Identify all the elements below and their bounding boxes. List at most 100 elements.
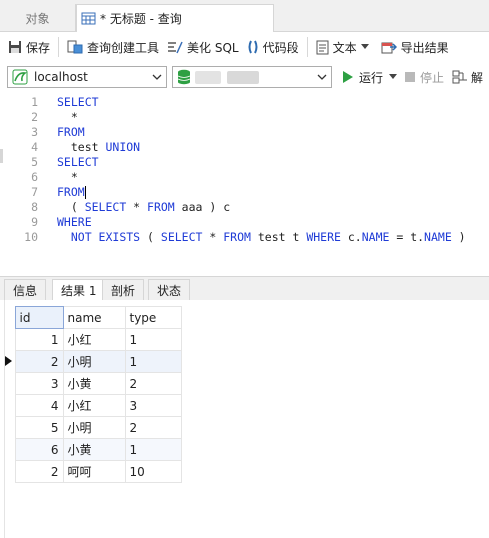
sql-keyword: SELECT [160, 230, 203, 244]
query-builder-button[interactable]: 查询创建工具 [67, 35, 159, 59]
row-marker [5, 395, 15, 417]
table-row[interactable]: 6 小黄 1 [5, 438, 182, 461]
toolbar-divider [58, 37, 60, 57]
table-row[interactable]: 4 小红 3 [5, 394, 182, 417]
table-row[interactable]: 3 小黄 2 [5, 372, 182, 395]
cell-type[interactable]: 10 [124, 460, 182, 483]
chevron-down-icon [360, 44, 369, 49]
connection-bar: localhost 运行 停止 解 [0, 62, 489, 92]
tab-status[interactable]: 状态 [148, 279, 191, 301]
sql-text: ( [140, 230, 161, 244]
redacted-database-name [227, 70, 259, 84]
tab-result-1-label: 结果 1 [61, 283, 97, 298]
column-header-name[interactable]: name [62, 306, 126, 329]
line-number: 2 [31, 110, 38, 124]
cell-type[interactable]: 2 [124, 372, 182, 395]
cell-id[interactable]: 4 [14, 394, 64, 417]
cell-type[interactable]: 1 [124, 328, 182, 351]
sql-text: ) [451, 230, 466, 244]
tab-info[interactable]: 信息 [4, 279, 47, 301]
cell-id[interactable]: 2 [14, 460, 64, 483]
cell-id[interactable]: 5 [14, 416, 64, 439]
text-doc-icon [316, 40, 329, 54]
code-line: * [57, 170, 78, 184]
explain-icon [452, 70, 468, 84]
column-header-id[interactable]: id [14, 306, 64, 329]
connection-select[interactable]: localhost [7, 66, 167, 88]
sql-keyword: UNION [105, 140, 141, 154]
text-button[interactable]: 文本 [316, 35, 373, 59]
cell-type[interactable]: 3 [124, 394, 182, 417]
cell-type[interactable]: 2 [124, 416, 182, 439]
cell-name[interactable]: 呵呵 [62, 460, 126, 483]
result-tabs: 信息 结果 1 剖析 状态 [0, 276, 489, 301]
snippet-icon [248, 40, 258, 54]
cell-name[interactable]: 小明 [62, 350, 126, 373]
tab-profile-label: 剖析 [111, 283, 136, 298]
code-snippet-label: 代码段 [262, 40, 299, 55]
tab-objects[interactable]: 对象 [0, 4, 76, 32]
table-row[interactable]: 5 小明 2 [5, 416, 182, 439]
tab-profile[interactable]: 剖析 [102, 279, 145, 301]
sql-editor[interactable]: 1 SELECT 2 * 3 FROM 4 test UNION 5 SELECT 6 * 7 FR… [0, 92, 489, 272]
database-select[interactable] [172, 66, 332, 88]
tab-result-1[interactable]: 结果 1 [52, 279, 106, 301]
run-label: 运行 [359, 70, 384, 85]
stop-button[interactable]: 停止 [405, 69, 444, 86]
export-icon [381, 42, 397, 54]
row-marker [5, 329, 15, 351]
line-number: 4 [31, 140, 38, 154]
sql-keyword: NAME [361, 230, 390, 244]
sql-text: test t [250, 230, 307, 244]
run-button[interactable]: 运行 [342, 69, 398, 86]
tab-query[interactable]: * 无标题 - 查询 [76, 4, 274, 32]
save-button[interactable]: 保存 [8, 35, 50, 59]
column-header-type[interactable]: type [124, 306, 182, 329]
text-caret [84, 186, 86, 199]
table-row[interactable]: 1 小红 1 [5, 328, 182, 351]
cell-id[interactable]: 3 [14, 372, 64, 395]
cell-type[interactable]: 1 [124, 350, 182, 373]
query-builder-label: 查询创建工具 [87, 40, 160, 55]
connection-name: localhost [34, 70, 88, 84]
cell-name[interactable]: 小黄 [62, 372, 126, 395]
code-line: test UNION [57, 140, 140, 154]
cell-name[interactable]: 小红 [62, 328, 126, 351]
sql-keyword: FROM [147, 200, 175, 214]
sql-keyword: NAME [424, 230, 452, 244]
sql-keyword: FROM [223, 230, 251, 244]
row-marker [5, 351, 15, 373]
code-snippet-button[interactable]: 代码段 [247, 35, 299, 59]
beautify-sql-button[interactable]: 美化 SQL [167, 35, 239, 59]
cell-name[interactable]: 小红 [62, 394, 126, 417]
sql-keyword: FROM [57, 185, 85, 199]
sql-keyword: SELECT [57, 95, 99, 109]
line-number: 6 [31, 170, 38, 184]
sql-text: * [57, 110, 78, 124]
cell-id[interactable]: 1 [14, 328, 64, 351]
tab-info-label: 信息 [13, 283, 38, 298]
sql-keyword: WHERE [57, 215, 92, 229]
cell-id[interactable]: 2 [14, 350, 64, 373]
export-results-button[interactable]: 导出结果 [381, 35, 449, 59]
export-results-label: 导出结果 [400, 40, 449, 55]
sql-text: aaa ) c [174, 200, 231, 214]
code-line: FROM [57, 125, 85, 139]
code-line: SELECT [57, 95, 99, 109]
sql-keyword: SELECT [57, 155, 99, 169]
tab-objects-label: 对象 [25, 11, 50, 26]
explain-button[interactable]: 解 [452, 69, 483, 86]
cell-id[interactable]: 6 [14, 438, 64, 461]
save-label: 保存 [26, 40, 51, 55]
table-row[interactable]: 2 呵呵 10 [5, 460, 182, 483]
text-label: 文本 [332, 40, 357, 55]
code-line: SELECT [57, 155, 99, 169]
table-row[interactable]: 2 小明 1 [5, 350, 182, 373]
cell-name[interactable]: 小明 [62, 416, 126, 439]
sql-keyword: NOT EXISTS [70, 230, 141, 244]
toolbar-divider [306, 37, 308, 57]
tab-status-label: 状态 [157, 283, 182, 298]
cell-type[interactable]: 1 [124, 438, 182, 461]
cell-name[interactable]: 小黄 [62, 438, 126, 461]
